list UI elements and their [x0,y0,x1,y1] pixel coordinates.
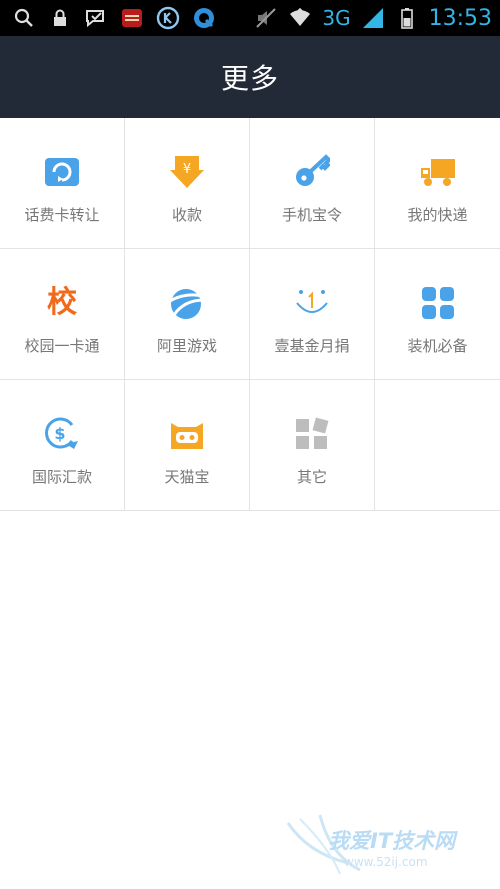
svg-text:$: $ [54,424,65,443]
international-remittance-icon: $ [42,414,82,454]
chat-icon [86,10,104,28]
svg-text:¥: ¥ [183,162,191,177]
grid-item-mobile-token[interactable]: 手机宝令 [250,118,375,249]
phone-card-transfer-icon [42,152,82,192]
grid-item-label: 壹基金月捐 [274,337,350,355]
grid-item-ali-games[interactable]: 阿里游戏 [125,249,250,380]
grid-item-essential-apps[interactable]: 装机必备 [375,249,500,380]
grid-item-empty [375,380,500,511]
grid-item-label: 其它 [296,468,327,486]
other-icon [292,414,332,454]
grid-item-label: 收款 [171,206,202,224]
apps-grid-icon [418,283,458,323]
grid-item-label: 话费卡转让 [24,206,100,224]
title-bar: 更多 [0,36,500,118]
receive-money-icon: ¥ [167,152,207,192]
watermark-title: 我爱IT技术网 [328,829,456,853]
grid-item-label: 校园一卡通 [24,337,100,355]
delivery-truck-icon [418,152,458,192]
money-app-icon [122,9,142,27]
search-icon [14,8,33,27]
lock-icon [54,9,66,26]
watermark-url: www.52ij.com [344,855,428,869]
feature-grid: 话费卡转让 ¥ 收款 手机宝令 我的快递 校 校园一卡通 阿里游戏 壹基金月捐 … [0,118,500,511]
grid-item-tmall-bao[interactable]: 天猫宝 [125,380,250,511]
clock: 13:53 [428,5,492,31]
grid-item-label: 我的快递 [407,206,468,224]
wifi-icon [290,7,311,26]
battery-icon [400,8,413,29]
grid-item-other[interactable]: 其它 [250,380,375,511]
campus-card-icon: 校 [42,283,82,323]
status-bar: 3G 13:53 [0,0,500,36]
grid-item-receive-money[interactable]: ¥ 收款 [125,118,250,249]
key-icon [292,152,332,192]
ali-games-icon [167,283,207,323]
signal-icon [362,8,383,28]
k-app-icon [156,6,180,30]
grid-item-label: 天猫宝 [164,468,210,486]
grid-item-one-foundation[interactable]: 壹基金月捐 [250,249,375,380]
tmall-bao-icon [167,414,207,454]
page-title: 更多 [220,62,279,95]
grid-item-campus-card[interactable]: 校 校园一卡通 [0,249,125,380]
grid-item-phone-card-transfer[interactable]: 话费卡转让 [0,118,125,249]
mute-icon [256,8,277,28]
grid-item-label: 手机宝令 [281,206,342,224]
donation-smile-icon [292,283,332,323]
watermark: 我爱IT技术网 www.52ij.com [280,811,480,881]
grid-item-my-delivery[interactable]: 我的快递 [375,118,500,249]
network-type-label: 3G [322,6,351,30]
grid-item-label: 阿里游戏 [156,337,217,355]
q-app-icon [194,8,214,28]
grid-item-label: 国际汇款 [31,468,92,486]
grid-item-label: 装机必备 [407,337,468,355]
grid-item-international-remittance[interactable]: $ 国际汇款 [0,380,125,511]
campus-card-glyph: 校 [47,285,77,320]
